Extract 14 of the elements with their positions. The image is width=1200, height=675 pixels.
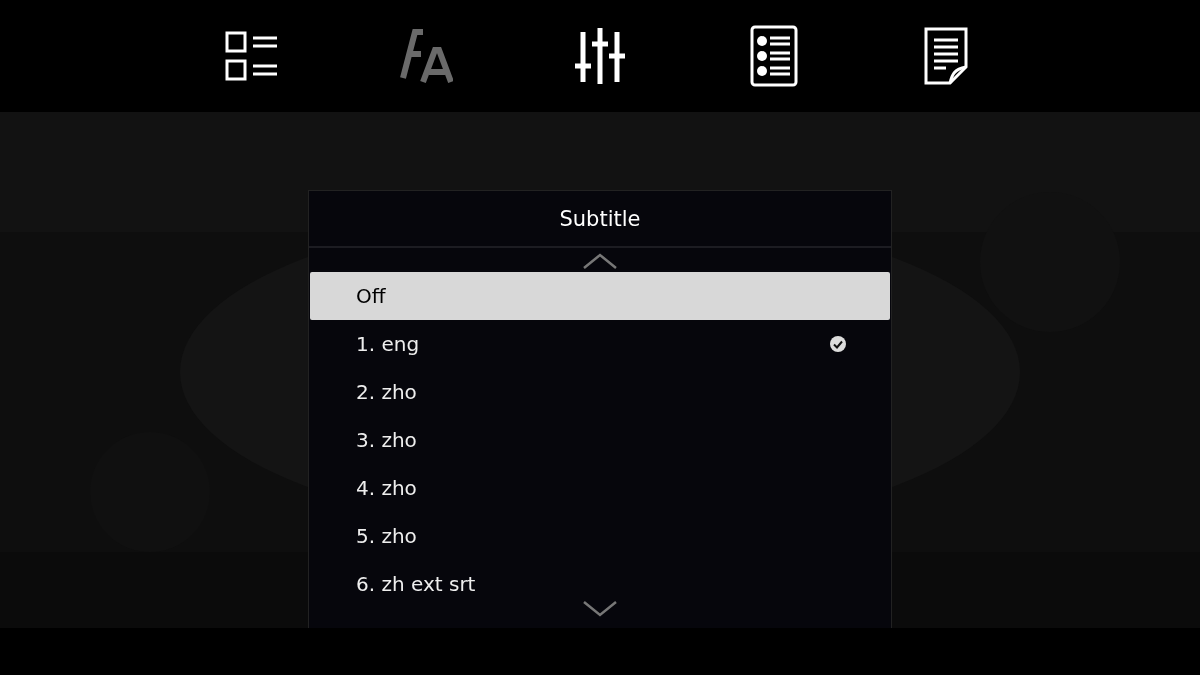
checklist-icon: [225, 30, 279, 82]
sliders-icon: [573, 26, 627, 86]
numbered-list-icon: [750, 25, 798, 87]
subtitle-option[interactable]: 2. zho: [310, 368, 890, 416]
font-icon: [399, 28, 453, 84]
subtitle-option[interactable]: 5. zho: [310, 512, 890, 560]
scroll-down-icon[interactable]: [582, 600, 618, 618]
subtitle-option[interactable]: 1. eng: [310, 320, 890, 368]
subtitle-option[interactable]: 3. zho: [310, 416, 890, 464]
scroll-up-icon[interactable]: [582, 252, 618, 270]
menu-title: Subtitle: [559, 206, 641, 231]
subtitle-option[interactable]: 6. zh ext srt: [310, 560, 890, 608]
subtitle-option[interactable]: 4. zho: [310, 464, 890, 512]
subtitle-option[interactable]: Off: [310, 272, 890, 320]
